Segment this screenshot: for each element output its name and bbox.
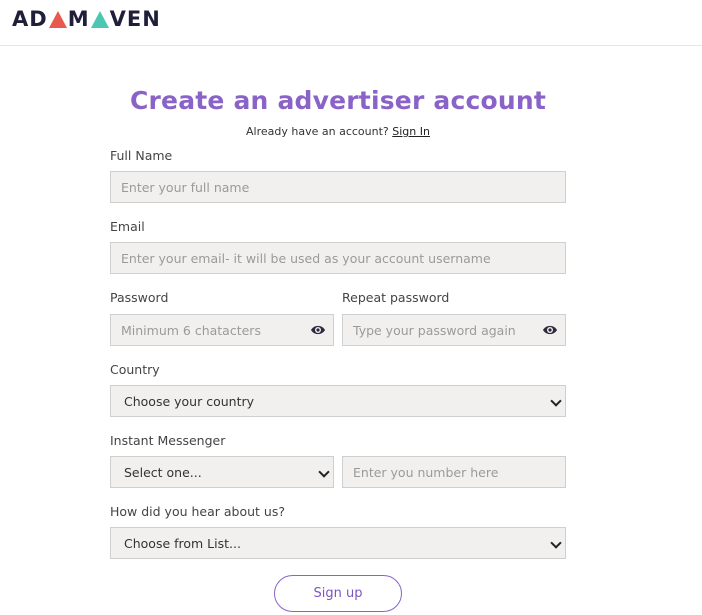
- logo-triangle-red: [48, 10, 67, 28]
- password-input[interactable]: Minimum 6 chatacters: [110, 314, 334, 346]
- chevron-down-icon: [550, 537, 562, 549]
- top-header: A D M VEN: [0, 0, 702, 46]
- eye-icon[interactable]: [310, 323, 326, 337]
- password-placeholder: Minimum 6 chatacters: [121, 322, 261, 338]
- full-name-input[interactable]: Enter your full name: [110, 171, 566, 203]
- full-name-label: Full Name: [110, 148, 173, 163]
- heard-select[interactable]: Choose from List...: [110, 527, 566, 559]
- heard-label: How did you hear about us?: [110, 504, 285, 519]
- logo-triangle-teal: [90, 10, 109, 28]
- eye-icon[interactable]: [542, 323, 558, 337]
- full-name-placeholder: Enter your full name: [121, 179, 250, 195]
- messenger-label: Instant Messenger: [110, 433, 226, 448]
- country-select[interactable]: Choose your country: [110, 385, 566, 417]
- repeat-password-input[interactable]: Type your password again: [342, 314, 566, 346]
- messenger-number-placeholder: Enter you number here: [353, 464, 499, 480]
- heard-select-value: Choose from List...: [124, 535, 241, 551]
- password-label: Password: [110, 290, 169, 305]
- signin-prompt: Already have an account? Sign In: [0, 125, 676, 138]
- signin-link[interactable]: Sign In: [392, 125, 430, 138]
- email-label: Email: [110, 219, 145, 234]
- messenger-select-value: Select one...: [124, 464, 202, 480]
- sign-up-button[interactable]: Sign up: [274, 575, 402, 612]
- signin-prompt-text: Already have an account?: [246, 125, 389, 138]
- repeat-password-label: Repeat password: [342, 290, 450, 305]
- email-placeholder: Enter your email- it will be used as you…: [121, 250, 491, 266]
- page-title: Create an advertiser account: [129, 86, 547, 115]
- admaven-logo[interactable]: A D M VEN: [12, 7, 161, 31]
- email-input[interactable]: Enter your email- it will be used as you…: [110, 242, 566, 274]
- chevron-down-icon: [550, 395, 562, 407]
- repeat-password-placeholder: Type your password again: [353, 322, 516, 338]
- messenger-number-input[interactable]: Enter you number here: [342, 456, 566, 488]
- country-select-value: Choose your country: [124, 393, 255, 409]
- messenger-select[interactable]: Select one...: [110, 456, 334, 488]
- chevron-down-icon: [318, 466, 330, 478]
- country-label: Country: [110, 362, 160, 377]
